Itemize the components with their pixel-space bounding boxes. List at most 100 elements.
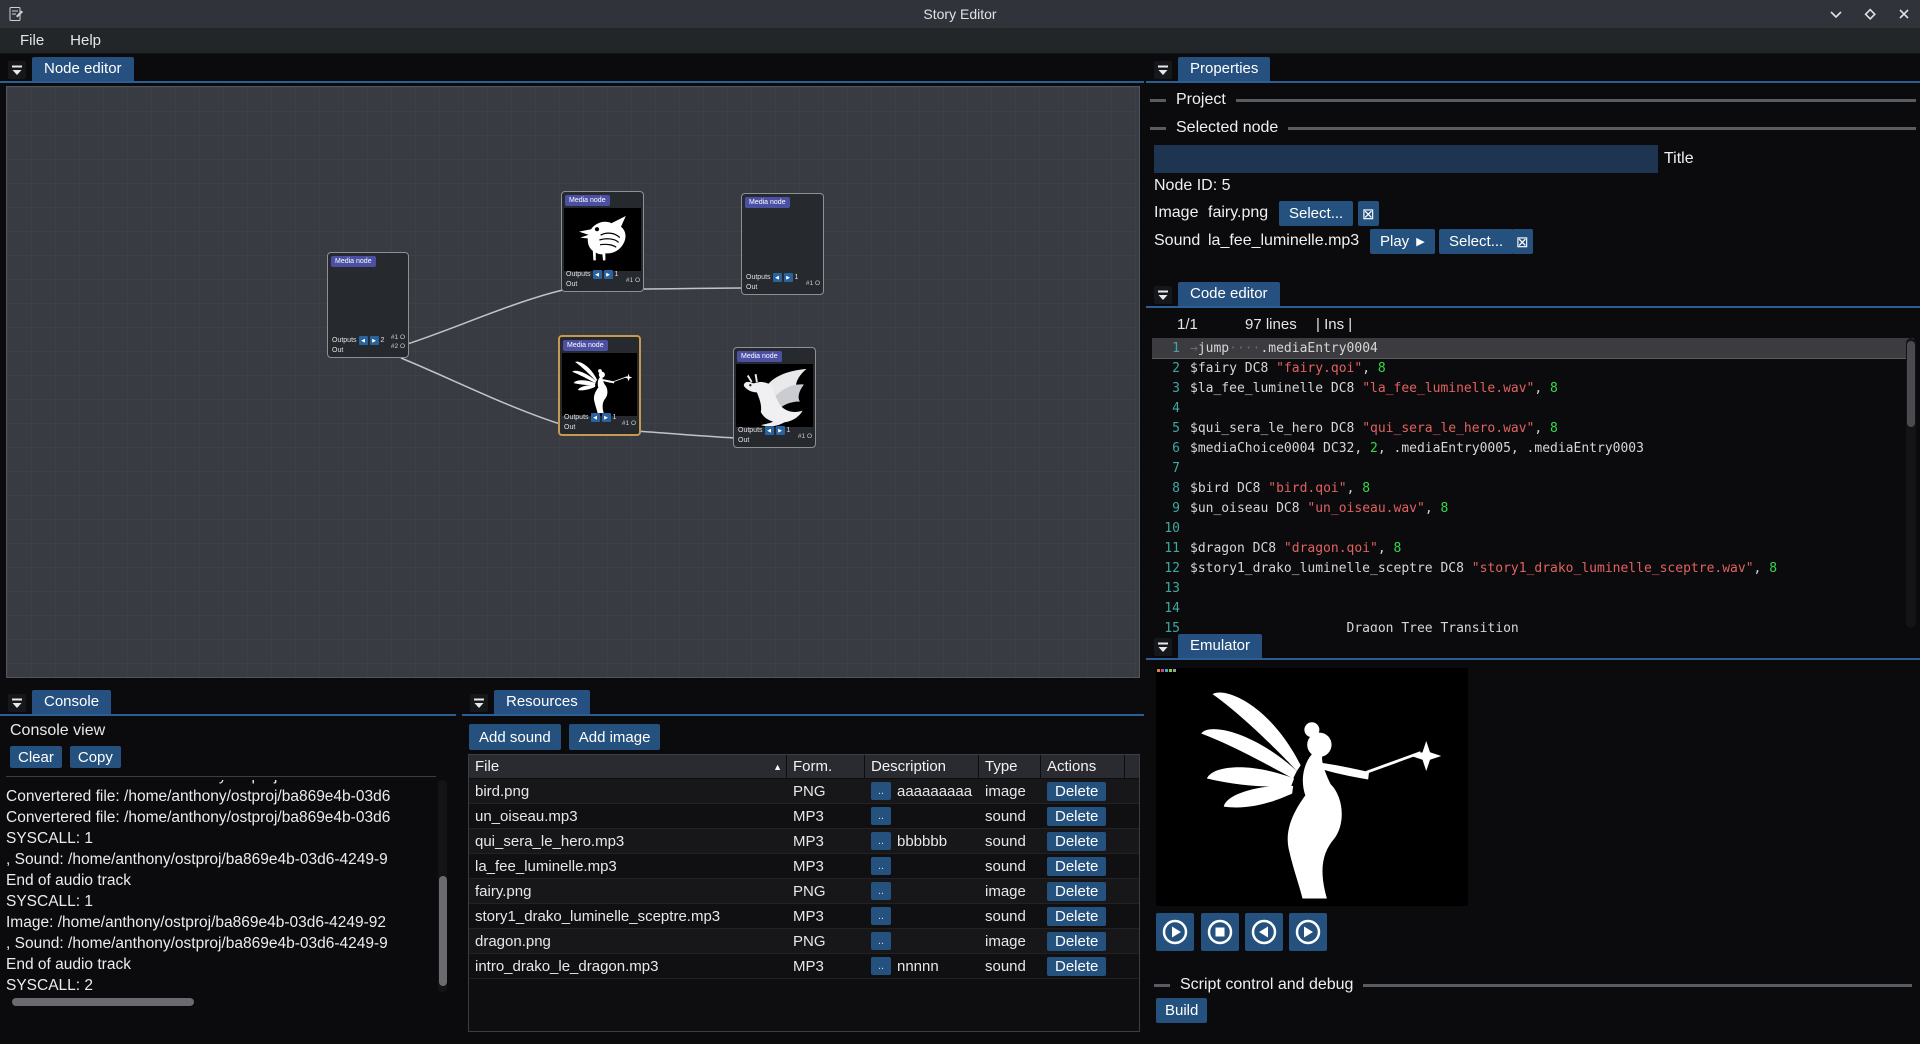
tab-console[interactable]: Console [32, 690, 111, 714]
column-description[interactable]: Description [865, 755, 979, 778]
node-output-pin[interactable]: #1 O [798, 432, 812, 441]
increase-outputs-button[interactable]: ▶ [604, 270, 613, 279]
edit-description-button[interactable]: .. [871, 832, 891, 850]
code-line[interactable]: 13 [1152, 578, 1914, 598]
node-output-pin[interactable]: #2 O [391, 342, 405, 351]
collapse-icon[interactable] [1154, 638, 1172, 656]
collapse-icon[interactable] [1154, 286, 1172, 304]
code-line[interactable]: 12$story1_drako_luminelle_sceptre DC8 "s… [1152, 558, 1914, 578]
code-line[interactable]: 7 [1152, 458, 1914, 478]
close-icon[interactable] [1894, 4, 1914, 24]
resource-row[interactable]: intro_drako_le_dragon.mp3MP3..nnnnnsound… [469, 954, 1139, 979]
step-forward-button[interactable] [1289, 913, 1327, 951]
resource-row[interactable]: dragon.pngPNG..imageDelete [469, 929, 1139, 954]
resource-row[interactable]: story1_drako_luminelle_sceptre.mp3MP3..s… [469, 904, 1139, 929]
image-clear-button[interactable]: ⊠ [1358, 201, 1379, 226]
code-line[interactable]: 3$la_fee_luminelle DC8 "la_fee_luminelle… [1152, 378, 1914, 398]
code-line[interactable]: 1→jump····.mediaEntry0004 [1152, 338, 1914, 358]
edit-description-button[interactable]: .. [871, 882, 891, 900]
delete-button[interactable]: Delete [1047, 957, 1106, 976]
edit-description-button[interactable]: .. [871, 957, 891, 975]
code-line[interactable]: 14 [1152, 598, 1914, 618]
column-file[interactable]: File ▲ [469, 755, 787, 778]
sound-play-button[interactable]: Play ▶ [1370, 229, 1435, 254]
tab-code-editor[interactable]: Code editor [1178, 282, 1280, 306]
graph-node-dragon[interactable]: Media node Outputs ◀ ▶ 1 Out #1 O [733, 347, 816, 448]
collapse-icon[interactable] [8, 61, 26, 79]
column-format[interactable]: Form. [787, 755, 865, 778]
decrease-outputs-button[interactable]: ◀ [591, 413, 600, 422]
delete-button[interactable]: Delete [1047, 932, 1106, 951]
code-line[interactable]: 5$qui_sera_le_hero DC8 "qui_sera_le_hero… [1152, 418, 1914, 438]
graph-node-fairy[interactable]: Media node Outputs ◀ ▶ 1 Out #1 O [558, 335, 641, 436]
graph-node-start[interactable]: Media node Outputs ◀ ▶ 2 Out #1 O #2 O [327, 252, 409, 358]
clear-button[interactable]: Clear [10, 746, 62, 768]
add-sound-button[interactable]: Add sound [469, 724, 561, 750]
code-line[interactable]: 10 [1152, 518, 1914, 538]
menu-file[interactable]: File [12, 30, 52, 51]
edit-description-button[interactable]: .. [871, 857, 891, 875]
minimize-icon[interactable] [1826, 4, 1846, 24]
image-select-button[interactable]: Select... [1279, 201, 1353, 226]
copy-button[interactable]: Copy [70, 746, 121, 768]
column-type[interactable]: Type [979, 755, 1041, 778]
delete-button[interactable]: Delete [1047, 857, 1106, 876]
stop-button[interactable] [1201, 913, 1239, 951]
console-vscrollbar[interactable] [438, 780, 447, 992]
step-back-button[interactable] [1245, 913, 1283, 951]
tab-emulator[interactable]: Emulator [1178, 634, 1262, 658]
node-output-pin[interactable]: #1 O [806, 279, 820, 288]
node-output-pin[interactable]: #1 O [391, 333, 405, 342]
code-scrollbar[interactable] [1906, 338, 1916, 628]
build-button[interactable]: Build [1156, 998, 1207, 1023]
tab-properties[interactable]: Properties [1178, 57, 1270, 81]
increase-outputs-button[interactable]: ▶ [370, 336, 379, 345]
console-log[interactable]: Convertered file: /home/anthony/ostproj/… [6, 780, 432, 992]
add-image-button[interactable]: Add image [569, 724, 661, 750]
tab-resources[interactable]: Resources [494, 690, 590, 714]
graph-node-empty[interactable]: Media node Outputs ◀ ▶ 1 Out #1 O [741, 193, 824, 295]
resource-row[interactable]: un_oiseau.mp3MP3..soundDelete [469, 804, 1139, 829]
decrease-outputs-button[interactable]: ◀ [765, 426, 774, 435]
increase-outputs-button[interactable]: ▶ [602, 413, 611, 422]
delete-button[interactable]: Delete [1047, 907, 1106, 926]
increase-outputs-button[interactable]: ▶ [784, 273, 793, 282]
code-line[interactable]: 11$dragon DC8 "dragon.qoi", 8 [1152, 538, 1914, 558]
code-line[interactable]: 8$bird DC8 "bird.qoi", 8 [1152, 478, 1914, 498]
title-input[interactable] [1154, 145, 1658, 173]
delete-button[interactable]: Delete [1047, 807, 1106, 826]
code-line[interactable]: 9$un_oiseau DC8 "un_oiseau.wav", 8 [1152, 498, 1914, 518]
sound-select-button[interactable]: Select... [1439, 229, 1513, 254]
resource-row[interactable]: bird.pngPNG..aaaaaaaaaimageDelete [469, 779, 1139, 804]
play-button[interactable] [1156, 913, 1194, 951]
code-line[interactable]: 2$fairy DC8 "fairy.qoi", 8 [1152, 358, 1914, 378]
decrease-outputs-button[interactable]: ◀ [773, 273, 782, 282]
node-output-pin[interactable]: #1 O [626, 276, 640, 285]
edit-description-button[interactable]: .. [871, 932, 891, 950]
tab-node-editor[interactable]: Node editor [32, 57, 134, 81]
resource-row[interactable]: qui_sera_le_hero.mp3MP3..bbbbbbsoundDele… [469, 829, 1139, 854]
collapse-icon[interactable] [1154, 61, 1172, 79]
console-vscrollbar-thumb[interactable] [439, 876, 447, 986]
code-scrollbar-thumb[interactable] [1907, 341, 1915, 427]
delete-button[interactable]: Delete [1047, 832, 1106, 851]
console-hscrollbar-thumb[interactable] [12, 998, 194, 1006]
maximize-icon[interactable] [1860, 4, 1880, 24]
increase-outputs-button[interactable]: ▶ [776, 426, 785, 435]
sound-clear-button[interactable]: ⊠ [1512, 229, 1533, 254]
delete-button[interactable]: Delete [1047, 882, 1106, 901]
edit-description-button[interactable]: .. [871, 807, 891, 825]
collapse-icon[interactable] [470, 694, 488, 712]
code-text-area[interactable]: 1→jump····.mediaEntry00042$fairy DC8 "fa… [1152, 338, 1914, 632]
menu-help[interactable]: Help [62, 30, 109, 51]
edit-description-button[interactable]: .. [871, 907, 891, 925]
resource-row[interactable]: la_fee_luminelle.mp3MP3..soundDelete [469, 854, 1139, 879]
code-line[interactable]: 15 Dragon Tree Transition [1152, 618, 1914, 632]
resource-row[interactable]: fairy.pngPNG..imageDelete [469, 879, 1139, 904]
code-line[interactable]: 4 [1152, 398, 1914, 418]
decrease-outputs-button[interactable]: ◀ [359, 336, 368, 345]
node-graph-canvas[interactable]: Media node Outputs ◀ ▶ 2 Out #1 O #2 O [6, 86, 1140, 678]
collapse-icon[interactable] [8, 694, 26, 712]
edit-description-button[interactable]: .. [871, 782, 891, 800]
decrease-outputs-button[interactable]: ◀ [593, 270, 602, 279]
